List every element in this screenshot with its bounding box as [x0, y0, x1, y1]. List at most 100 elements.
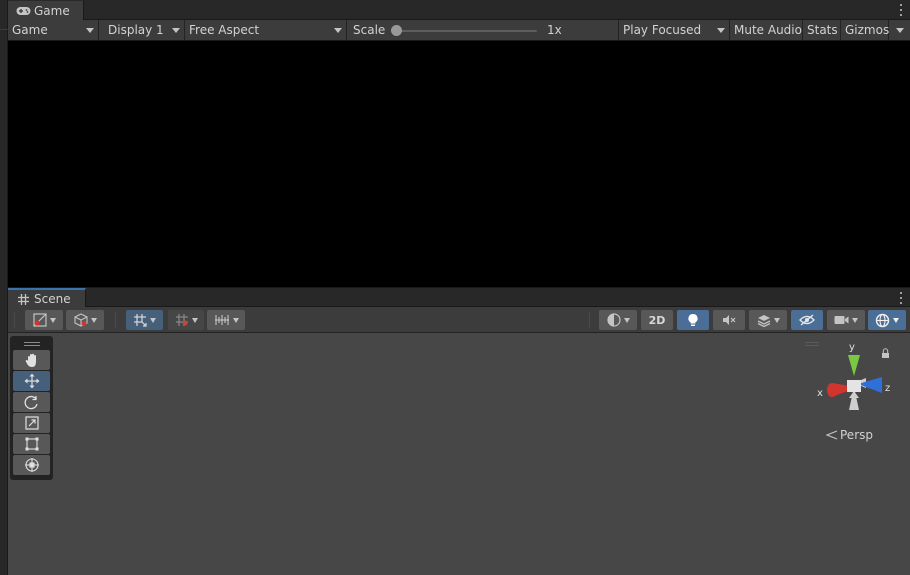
left-edge-strip	[0, 0, 8, 575]
scale-control: Scale 1x	[347, 20, 619, 40]
chevron-down-icon	[623, 317, 630, 323]
gamepad-icon	[15, 4, 31, 18]
audio-mute-icon	[723, 315, 736, 325]
gizmos-dropdown[interactable]	[889, 20, 908, 40]
chevron-down-icon	[773, 317, 780, 323]
projection-label: Persp	[840, 428, 873, 442]
rect-transform-icon	[25, 437, 38, 451]
view-mode-value: Game	[12, 23, 48, 37]
draw-mode-dropdown[interactable]	[25, 310, 63, 330]
scene-toolbar: 2D	[8, 307, 910, 333]
stats-toggle[interactable]: Stats	[803, 20, 841, 40]
palette-grip-handle[interactable]	[13, 339, 50, 349]
mute-audio-label: Mute Audio	[734, 23, 802, 37]
scene-viewport[interactable]	[8, 333, 910, 575]
rotate-tool-button[interactable]	[13, 392, 50, 412]
render-mode-dropdown[interactable]	[66, 310, 104, 330]
camera-icon	[834, 316, 849, 324]
chevron-down-icon	[86, 28, 94, 33]
scene-more-options-icon[interactable]	[897, 291, 905, 305]
ruler-icon	[214, 315, 229, 325]
audio-toggle[interactable]	[713, 310, 745, 330]
shading-mode-dropdown[interactable]	[599, 310, 637, 330]
hand-icon	[25, 353, 36, 367]
increment-snapping-dropdown[interactable]	[168, 310, 204, 330]
gizmos-label: Gizmos	[845, 23, 890, 37]
aspect-dropdown[interactable]: Free Aspect	[185, 20, 347, 40]
scale-value: 1x	[547, 23, 562, 37]
increment-snap-icon	[175, 314, 188, 326]
scale-icon	[24, 416, 39, 430]
display-value: Display 1	[108, 23, 164, 37]
camera-dropdown[interactable]	[827, 310, 865, 330]
gizmos-scene-dropdown[interactable]	[868, 310, 906, 330]
scene-tab-bar: Scene	[8, 287, 910, 308]
draw-mode-icon	[32, 313, 47, 327]
grid-snap-icon	[134, 314, 147, 327]
rect-tool-button[interactable]	[13, 434, 50, 454]
shading-sphere-icon	[606, 313, 621, 327]
chevron-down-icon	[191, 317, 198, 323]
snap-increment-dropdown[interactable]	[207, 310, 245, 330]
orientation-gizmo[interactable]: y z x	[810, 338, 906, 418]
x-axis-label: x	[817, 388, 823, 399]
tool-palette	[10, 336, 53, 480]
aspect-value: Free Aspect	[189, 23, 260, 37]
view-mode-dropdown[interactable]: Game	[8, 20, 99, 40]
scale-label: Scale	[353, 23, 386, 37]
2d-mode-label: 2D	[648, 313, 666, 327]
tab-game-label: Game	[34, 3, 70, 18]
game-more-options-icon[interactable]	[897, 3, 905, 17]
scale-slider-track[interactable]	[395, 30, 537, 32]
scale-slider-thumb[interactable]	[391, 25, 402, 36]
lock-icon[interactable]	[882, 348, 889, 358]
effects-dropdown[interactable]	[749, 310, 787, 330]
gizmo-globe-icon	[875, 313, 890, 327]
play-mode-value: Play Focused	[623, 23, 702, 37]
z-axis-label: z	[885, 383, 891, 394]
projection-toggle[interactable]: Persp	[826, 428, 873, 442]
edge-notch	[0, 22, 8, 30]
chevron-down-icon	[896, 28, 904, 33]
play-mode-dropdown[interactable]: Play Focused	[619, 20, 730, 40]
chevron-down-icon	[893, 317, 899, 323]
cube-icon	[73, 313, 88, 327]
rotate-icon	[24, 395, 38, 409]
scene-visibility-toggle[interactable]	[791, 310, 823, 330]
view-tool-button[interactable]	[13, 350, 50, 370]
move-tool-button[interactable]	[13, 371, 50, 391]
gizmo-center-cube[interactable]	[847, 380, 861, 392]
toolbar-separator	[14, 312, 15, 328]
y-axis-cone[interactable]	[848, 355, 860, 376]
chevron-down-icon	[334, 28, 342, 33]
display-dropdown[interactable]: Display 1	[99, 20, 185, 40]
chevron-down-icon	[90, 317, 97, 323]
lighting-toggle[interactable]	[677, 310, 709, 330]
chevron-down-icon	[150, 317, 156, 323]
chevron-down-icon	[232, 317, 239, 323]
gizmos-toggle[interactable]: Gizmos	[841, 20, 889, 40]
grid-snapping-dropdown[interactable]	[126, 310, 163, 330]
z-axis-cone[interactable]	[858, 377, 882, 393]
transform-tool-button[interactable]	[13, 455, 50, 475]
grid-icon	[15, 292, 31, 306]
chevron-down-icon	[172, 28, 180, 33]
eye-slash-icon	[799, 314, 815, 326]
chevron-down-icon	[717, 28, 725, 33]
move-arrows-icon	[24, 373, 39, 389]
chevron-down-icon	[49, 317, 56, 323]
scale-tool-button[interactable]	[13, 413, 50, 433]
game-viewport[interactable]	[8, 41, 910, 287]
chevron-down-icon	[852, 317, 858, 323]
game-tab-bar: Game	[8, 0, 910, 20]
game-toolbar: Game Display 1 Free Aspect Scale 1x Play…	[8, 20, 910, 41]
lightbulb-icon	[688, 313, 698, 326]
layers-icon	[757, 314, 770, 327]
toolbar-separator	[589, 312, 590, 328]
2d-mode-toggle[interactable]: 2D	[641, 310, 673, 330]
tab-scene[interactable]: Scene	[8, 288, 86, 308]
mute-audio-toggle[interactable]: Mute Audio	[730, 20, 803, 40]
transform-combo-icon	[24, 458, 39, 472]
toolbar-separator	[115, 312, 116, 328]
tab-game[interactable]: Game	[8, 0, 84, 20]
